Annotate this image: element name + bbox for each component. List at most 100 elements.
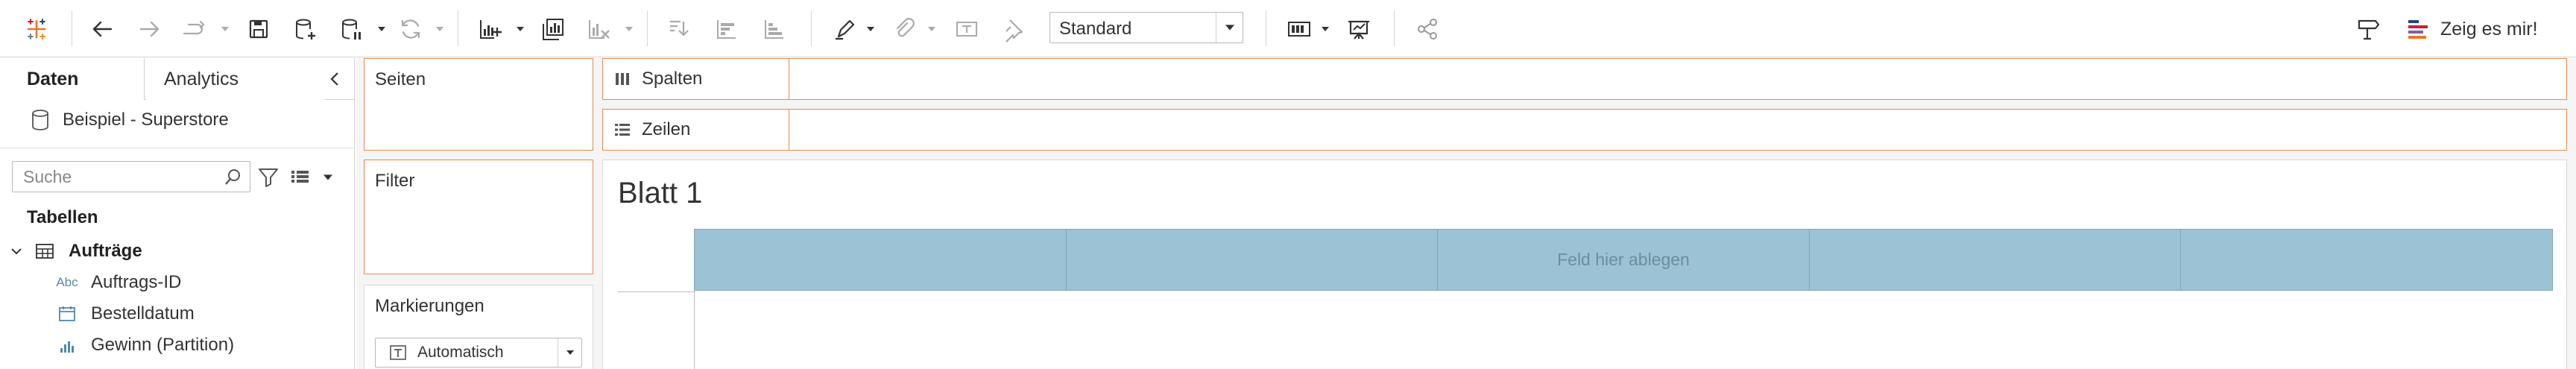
new-worksheet-icon[interactable] <box>474 13 505 45</box>
rows-shelf[interactable]: Zeilen <box>602 109 2567 151</box>
drop-zone-cell[interactable] <box>2181 230 2552 290</box>
mark-type-dropdown[interactable]: Automatisch <box>375 338 582 368</box>
chevron-down-icon[interactable] <box>10 247 22 256</box>
field-item[interactable]: Gewinn (Partition) <box>55 332 234 358</box>
swap-rows-columns-icon[interactable] <box>663 13 695 45</box>
sort-descending-icon[interactable] <box>759 13 790 45</box>
save-icon[interactable] <box>243 13 274 45</box>
chevron-down-icon[interactable] <box>1216 13 1243 42</box>
chevron-down-icon[interactable] <box>322 173 334 182</box>
pin-axes-icon[interactable] <box>997 13 1029 45</box>
measure-icon <box>55 334 79 356</box>
tables-heading: Tabellen <box>27 207 98 227</box>
datasource-name: Beispiel - Superstore <box>63 110 229 130</box>
replay-icon[interactable] <box>179 13 210 45</box>
undo-icon[interactable] <box>86 13 118 45</box>
search-input[interactable] <box>13 162 214 192</box>
presentation-mode-icon[interactable] <box>1343 13 1374 45</box>
mark-type-value: Automatisch <box>417 344 504 361</box>
toolbar-separator <box>647 10 648 46</box>
row-axis-divider <box>694 291 695 369</box>
highlight-icon[interactable] <box>829 13 860 45</box>
pause-updates-icon[interactable] <box>335 13 367 45</box>
tooltip-icon[interactable] <box>2352 13 2384 45</box>
chevron-down-icon[interactable] <box>377 25 386 33</box>
fit-dropdown-value: Standard <box>1059 19 1132 39</box>
drop-zone-cell[interactable] <box>1067 230 1439 290</box>
data-pane: Daten Analytics Beispiel - Superstore Ta… <box>0 58 355 369</box>
show-mark-labels-icon[interactable] <box>951 13 982 45</box>
chevron-down-icon[interactable] <box>516 25 525 33</box>
tab-data[interactable]: Daten <box>0 58 145 100</box>
pages-card[interactable]: Seiten <box>364 58 593 151</box>
redo-icon[interactable] <box>134 13 165 45</box>
fit-dropdown[interactable]: Standard <box>1049 12 1243 43</box>
new-datasource-icon[interactable] <box>289 13 321 45</box>
clear-sheet-icon[interactable] <box>583 13 614 45</box>
pages-title: Seiten <box>375 69 426 89</box>
tab-analytics-label: Analytics <box>164 68 239 89</box>
tableau-logo-icon[interactable] <box>21 13 52 45</box>
group-members-icon[interactable] <box>888 13 920 45</box>
drop-zone-cell[interactable] <box>1810 230 2182 290</box>
toolbar-separator <box>811 10 812 46</box>
chevron-down-icon[interactable] <box>558 338 581 367</box>
row-header-divider <box>618 291 694 292</box>
rows-icon <box>615 124 630 136</box>
marks-card[interactable]: Markierungen Automatisch <box>364 285 593 369</box>
sheet-title[interactable]: Blatt 1 <box>618 177 702 210</box>
drop-zone-cell[interactable] <box>695 230 1067 290</box>
field-item[interactable]: Bestelldatum <box>55 301 195 327</box>
cards-column: Seiten Filter Markierungen Automatisch <box>356 58 602 369</box>
refresh-icon[interactable] <box>395 13 426 45</box>
collapse-pane-icon[interactable] <box>325 69 346 89</box>
columns-label: Spalten <box>642 69 703 89</box>
tab-data-label: Daten <box>27 68 79 89</box>
toolbar-separator <box>1394 10 1395 46</box>
worksheet-view: Blatt 1 Feld hier ablegen <box>602 160 2567 369</box>
sort-ascending-icon[interactable] <box>711 13 742 45</box>
show-me-label: Zeig es mir! <box>2440 18 2538 40</box>
rows-shelf-label: Zeilen <box>603 110 789 150</box>
chevron-down-icon[interactable] <box>927 25 936 33</box>
search-field[interactable] <box>12 161 250 192</box>
database-icon <box>32 110 48 130</box>
chevron-down-icon[interactable] <box>435 25 444 33</box>
text-mark-icon <box>390 345 406 360</box>
field-item[interactable]: Abc Auftrags-ID <box>55 270 181 295</box>
list-view-icon[interactable] <box>289 166 312 187</box>
field-name: Bestelldatum <box>91 303 195 324</box>
drop-zone[interactable]: Feld hier ablegen <box>694 229 2553 291</box>
search-icon <box>225 169 240 185</box>
columns-shelf[interactable]: Spalten <box>602 58 2567 100</box>
table-icon <box>33 240 57 262</box>
toolbar: Standard Zeig es mir! <box>0 0 2576 57</box>
share-icon[interactable] <box>1412 13 1443 45</box>
chevron-down-icon[interactable] <box>221 25 230 33</box>
show-me-icon <box>2408 20 2428 39</box>
drop-zone-hint[interactable]: Feld hier ablegen <box>1438 230 1810 290</box>
main-area: Spalten Zeilen Blatt 1 Feld hier ablegen <box>602 58 2576 369</box>
field-name: Gewinn (Partition) <box>91 335 235 355</box>
columns-shelf-label: Spalten <box>603 59 789 99</box>
duplicate-sheet-icon[interactable] <box>537 13 568 45</box>
chevron-down-icon[interactable] <box>866 25 875 33</box>
rows-label: Zeilen <box>642 119 691 139</box>
datasource-item[interactable]: Beispiel - Superstore <box>30 107 229 133</box>
filter-icon[interactable] <box>256 165 280 189</box>
filters-title: Filter <box>375 171 415 191</box>
table-item[interactable]: Aufträge <box>10 239 142 264</box>
show-cards-icon[interactable] <box>1284 13 1315 45</box>
show-me-button[interactable]: Zeig es mir! <box>2406 13 2538 45</box>
field-name: Auftrags-ID <box>91 272 182 292</box>
abc-icon: Abc <box>56 275 78 289</box>
columns-icon <box>616 73 629 85</box>
data-pane-tabs: Daten Analytics <box>0 58 355 100</box>
table-name: Aufträge <box>69 241 142 261</box>
chevron-down-icon[interactable] <box>1321 25 1330 33</box>
marks-title: Markierungen <box>375 296 484 316</box>
filters-card[interactable]: Filter <box>364 160 593 274</box>
calendar-icon <box>55 303 79 325</box>
chevron-down-icon[interactable] <box>625 25 634 33</box>
tab-analytics[interactable]: Analytics <box>146 58 325 100</box>
